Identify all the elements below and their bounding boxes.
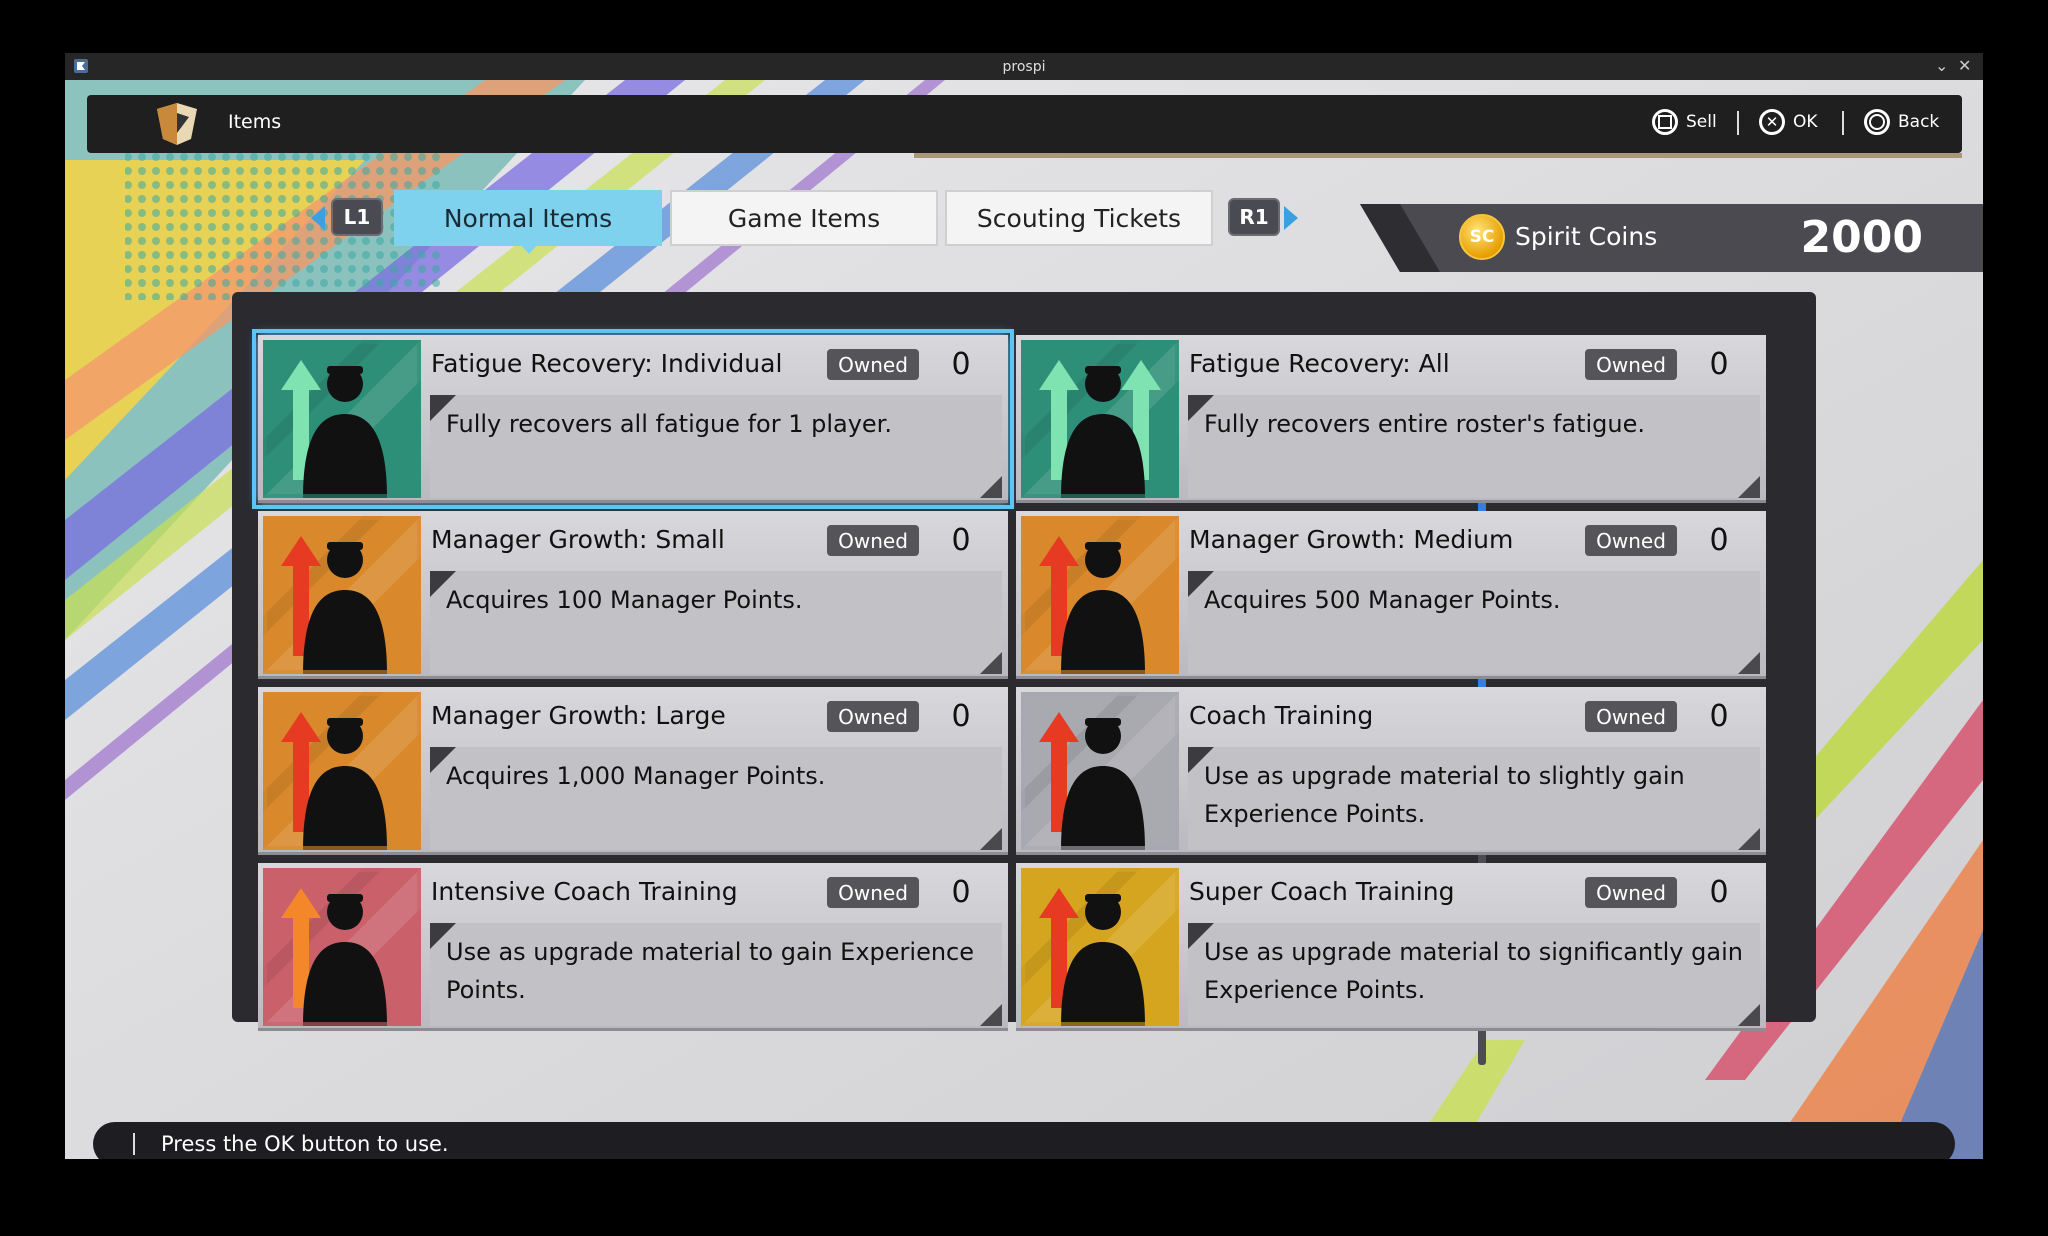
item-name: Super Coach Training <box>1189 877 1455 906</box>
item-card[interactable]: Coach Training Owned 0 Use as upgrade ma… <box>1016 687 1766 855</box>
item-card[interactable]: Manager Growth: Small Owned 0 Acquires 1… <box>258 511 1008 679</box>
game-stage: Items Sell ✕ OK Back L1 Normal Items Gam… <box>65 80 1983 1159</box>
header-separator <box>1737 111 1739 135</box>
item-description: Use as upgrade material to significantly… <box>1204 938 1743 1004</box>
manager-growth-large-icon <box>263 692 421 850</box>
owned-badge: Owned <box>827 525 919 556</box>
item-description-box: Use as upgrade material to slightly gain… <box>1188 747 1760 850</box>
item-name: Intensive Coach Training <box>431 877 738 906</box>
page-title: Items <box>228 111 282 133</box>
back-label: Back <box>1898 112 1940 132</box>
app-icon <box>74 59 88 73</box>
circle-button-icon <box>1864 109 1890 135</box>
back-button[interactable]: Back <box>1864 109 1939 135</box>
item-description-box: Acquires 1,000 Manager Points. <box>430 747 1002 850</box>
spirit-coins-value: 2000 <box>1800 212 1923 263</box>
owned-badge: Owned <box>1585 701 1677 732</box>
items-menu-icon <box>157 103 197 145</box>
window-titlebar: prospi ⌄ ✕ <box>65 53 1983 80</box>
item-name: Coach Training <box>1189 701 1374 730</box>
left-arrow-icon[interactable] <box>311 206 325 230</box>
header-separator <box>1842 111 1844 135</box>
status-message: Press the OK button to use. <box>161 1132 449 1156</box>
tab-scouting-tickets[interactable]: Scouting Tickets <box>945 190 1213 246</box>
item-description: Acquires 500 Manager Points. <box>1204 586 1561 614</box>
item-name: Manager Growth: Large <box>431 701 726 730</box>
item-description: Use as upgrade material to gain Experien… <box>446 938 974 1004</box>
item-description: Use as upgrade material to slightly gain… <box>1204 762 1685 828</box>
item-description: Fully recovers all fatigue for 1 player. <box>446 410 892 438</box>
item-card[interactable]: Fatigue Recovery: Individual Owned 0 Ful… <box>252 329 1014 509</box>
r1-button[interactable]: R1 <box>1228 198 1280 236</box>
spirit-coins-panel: SC Spirit Coins 2000 <box>1360 204 1983 272</box>
owned-badge: Owned <box>827 701 919 732</box>
item-card[interactable]: Manager Growth: Large Owned 0 Acquires 1… <box>258 687 1008 855</box>
status-bar: Press the OK button to use. <box>93 1122 1955 1159</box>
item-description: Acquires 1,000 Manager Points. <box>446 762 826 790</box>
manager-growth-small-icon <box>263 516 421 674</box>
owned-badge: Owned <box>1585 877 1677 908</box>
item-card[interactable]: Fatigue Recovery: All Owned 0 Fully reco… <box>1016 335 1766 503</box>
owned-badge: Owned <box>827 349 919 380</box>
item-description: Fully recovers entire roster's fatigue. <box>1204 410 1645 438</box>
item-name: Manager Growth: Medium <box>1189 525 1514 554</box>
square-button-icon <box>1652 109 1678 135</box>
ok-label: OK <box>1793 112 1818 132</box>
sell-button[interactable]: Sell <box>1652 109 1717 135</box>
chevron-down-icon[interactable]: ⌄ <box>1935 56 1948 75</box>
spirit-coin-icon: SC <box>1459 214 1505 260</box>
owned-count: 0 <box>951 347 971 382</box>
ok-button[interactable]: ✕ OK <box>1759 109 1818 135</box>
item-card[interactable]: Super Coach Training Owned 0 Use as upgr… <box>1016 863 1766 1031</box>
cross-button-icon: ✕ <box>1759 109 1785 135</box>
item-description-box: Acquires 100 Manager Points. <box>430 571 1002 674</box>
fatigue-individual-icon <box>263 340 421 498</box>
item-description-box: Use as upgrade material to significantly… <box>1188 923 1760 1026</box>
status-divider <box>133 1133 135 1155</box>
item-name: Fatigue Recovery: Individual <box>431 349 783 378</box>
intensive-coach-training-icon <box>263 868 421 1026</box>
item-name: Manager Growth: Small <box>431 525 725 554</box>
item-card[interactable]: Manager Growth: Medium Owned 0 Acquires … <box>1016 511 1766 679</box>
owned-count: 0 <box>951 699 971 734</box>
owned-count: 0 <box>951 523 971 558</box>
right-arrow-icon[interactable] <box>1284 206 1298 230</box>
owned-count: 0 <box>1709 699 1729 734</box>
item-description-box: Acquires 500 Manager Points. <box>1188 571 1760 674</box>
owned-badge: Owned <box>1585 525 1677 556</box>
owned-count: 0 <box>1709 523 1729 558</box>
owned-badge: Owned <box>827 877 919 908</box>
game-window: prospi ⌄ ✕ Items Sell ✕ OK Back L1 Norma… <box>65 53 1983 1159</box>
owned-badge: Owned <box>1585 349 1677 380</box>
sell-label: Sell <box>1686 112 1717 132</box>
owned-count: 0 <box>951 875 971 910</box>
window-title: prospi <box>1002 58 1046 75</box>
owned-count: 0 <box>1709 347 1729 382</box>
header-accent-line <box>914 153 1962 158</box>
header-bar: Items Sell ✕ OK Back <box>87 95 1962 153</box>
item-description-box: Fully recovers entire roster's fatigue. <box>1188 395 1760 498</box>
coach-training-icon <box>1021 692 1179 850</box>
item-description-box: Use as upgrade material to gain Experien… <box>430 923 1002 1026</box>
manager-growth-medium-icon <box>1021 516 1179 674</box>
tab-game-items[interactable]: Game Items <box>670 190 938 246</box>
tab-normal-items[interactable]: Normal Items <box>394 190 662 254</box>
item-description-box: Fully recovers all fatigue for 1 player. <box>430 395 1002 498</box>
item-card[interactable]: Intensive Coach Training Owned 0 Use as … <box>258 863 1008 1031</box>
l1-button[interactable]: L1 <box>331 198 383 236</box>
spirit-coins-label: Spirit Coins <box>1515 222 1658 251</box>
close-icon[interactable]: ✕ <box>1958 56 1971 75</box>
super-coach-training-icon <box>1021 868 1179 1026</box>
item-name: Fatigue Recovery: All <box>1189 349 1450 378</box>
item-description: Acquires 100 Manager Points. <box>446 586 803 614</box>
fatigue-all-icon <box>1021 340 1179 498</box>
owned-count: 0 <box>1709 875 1729 910</box>
